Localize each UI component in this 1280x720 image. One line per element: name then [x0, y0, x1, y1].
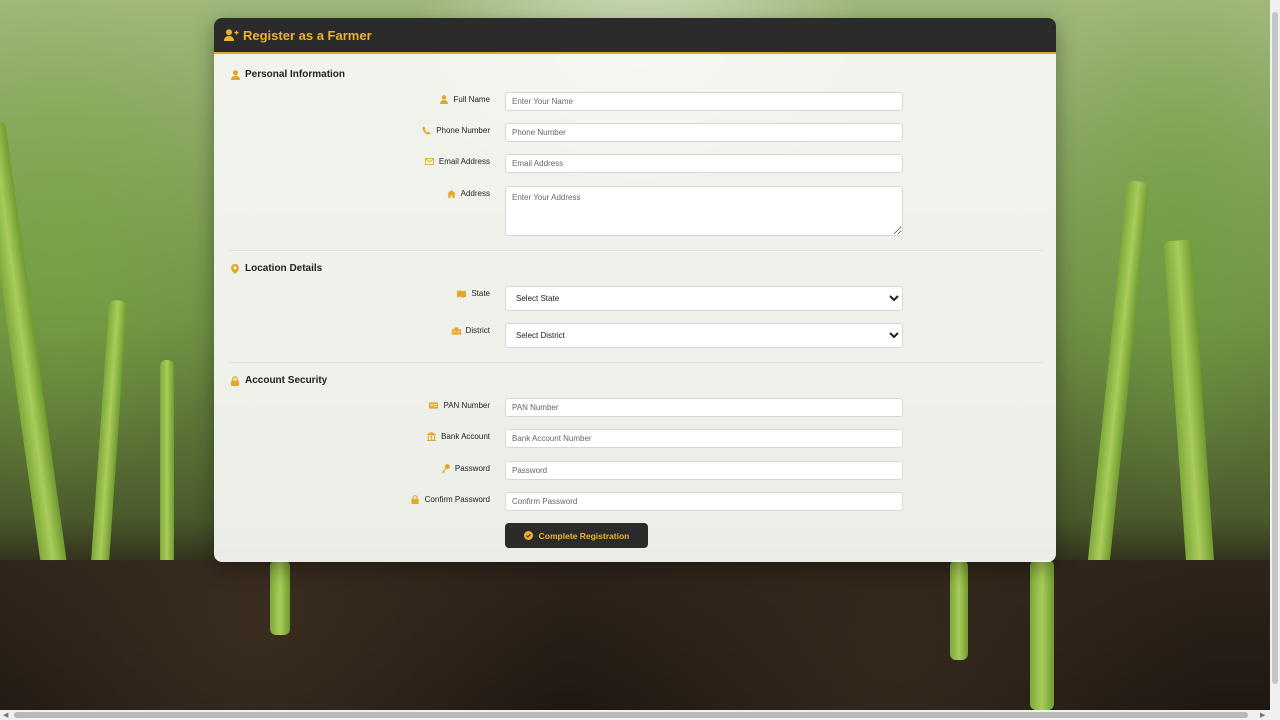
building-icon — [451, 326, 461, 335]
state-label: State — [457, 289, 490, 298]
horizontal-scrollbar[interactable]: ◀ ▶ — [0, 710, 1280, 720]
phone-input[interactable] — [505, 123, 903, 142]
full-name-label: Full Name — [440, 95, 490, 104]
key-icon — [441, 464, 450, 473]
district-select[interactable]: Select District — [505, 323, 903, 348]
address-row: Address — [214, 186, 1056, 236]
address-label: Address — [446, 189, 490, 198]
scroll-right-arrow-icon[interactable]: ▶ — [1260, 711, 1265, 719]
address-textarea[interactable] — [505, 186, 903, 236]
state-select[interactable]: Select State — [505, 286, 903, 311]
card-header: Register as a Farmer — [214, 18, 1056, 54]
scroll-left-arrow-icon[interactable]: ◀ — [3, 711, 8, 719]
user-icon — [440, 95, 449, 104]
password-input[interactable] — [505, 461, 903, 480]
lock-icon — [230, 375, 240, 386]
email-row: Email Address — [214, 154, 1056, 174]
pan-input[interactable] — [505, 398, 903, 417]
id-card-icon — [429, 401, 439, 410]
email-label: Email Address — [424, 157, 490, 166]
section-title-label: Location Details — [245, 263, 323, 274]
label-text: Email Address — [438, 157, 490, 166]
phone-row: Phone Number — [214, 123, 1056, 143]
user-plus-icon — [224, 29, 239, 41]
section-divider — [230, 250, 1042, 251]
phone-label: Phone Number — [422, 126, 490, 135]
bank-label: Bank Account — [427, 432, 490, 441]
label-text: Full Name — [453, 95, 490, 104]
map-pin-icon — [230, 263, 240, 274]
label-text: District — [465, 326, 490, 335]
phone-icon — [422, 126, 431, 135]
button-label: Complete Registration — [538, 530, 630, 541]
map-icon — [457, 289, 467, 298]
registration-card: Register as a Farmer Personal Informatio… — [214, 18, 1056, 562]
district-label: District — [451, 326, 490, 335]
page-title: Register as a Farmer — [243, 27, 372, 43]
section-account-security: Account Security — [230, 375, 327, 386]
label-text: Address — [460, 189, 490, 198]
check-circle-icon — [523, 531, 533, 540]
password-row: Password — [214, 461, 1056, 481]
pan-row: PAN Number — [214, 398, 1056, 418]
section-location-details: Location Details — [230, 263, 322, 274]
complete-registration-button[interactable]: Complete Registration — [505, 523, 648, 548]
user-icon — [230, 69, 240, 80]
state-row: State Select State — [214, 286, 1056, 311]
full-name-row: Full Name — [214, 92, 1056, 112]
label-text: PAN Number — [443, 401, 490, 410]
section-divider — [230, 362, 1042, 363]
bank-row: Bank Account — [214, 429, 1056, 449]
label-text: Bank Account — [441, 432, 490, 441]
lock-icon — [411, 495, 420, 504]
section-personal-information: Personal Information — [230, 69, 345, 80]
home-icon — [446, 189, 456, 198]
vertical-scrollbar[interactable] — [1270, 0, 1280, 710]
vertical-scroll-thumb[interactable] — [1272, 12, 1278, 684]
bank-account-input[interactable] — [505, 429, 903, 448]
pan-label: PAN Number — [429, 401, 490, 410]
password-label: Password — [441, 464, 490, 473]
confirm-password-input[interactable] — [505, 492, 903, 511]
bank-icon — [427, 432, 437, 441]
label-text: Confirm Password — [424, 495, 490, 504]
confirm-password-label: Confirm Password — [411, 495, 490, 504]
label-text: Password — [454, 464, 490, 473]
section-title-label: Personal Information — [245, 69, 346, 80]
label-text: Phone Number — [436, 126, 490, 135]
section-title-label: Account Security — [245, 375, 328, 386]
confirm-password-row: Confirm Password — [214, 492, 1056, 512]
district-row: District Select District — [214, 323, 1056, 348]
email-input[interactable] — [505, 154, 903, 173]
label-text: State — [471, 289, 490, 298]
full-name-input[interactable] — [505, 92, 903, 111]
horizontal-scroll-thumb[interactable] — [14, 712, 1248, 718]
envelope-icon — [424, 157, 434, 166]
